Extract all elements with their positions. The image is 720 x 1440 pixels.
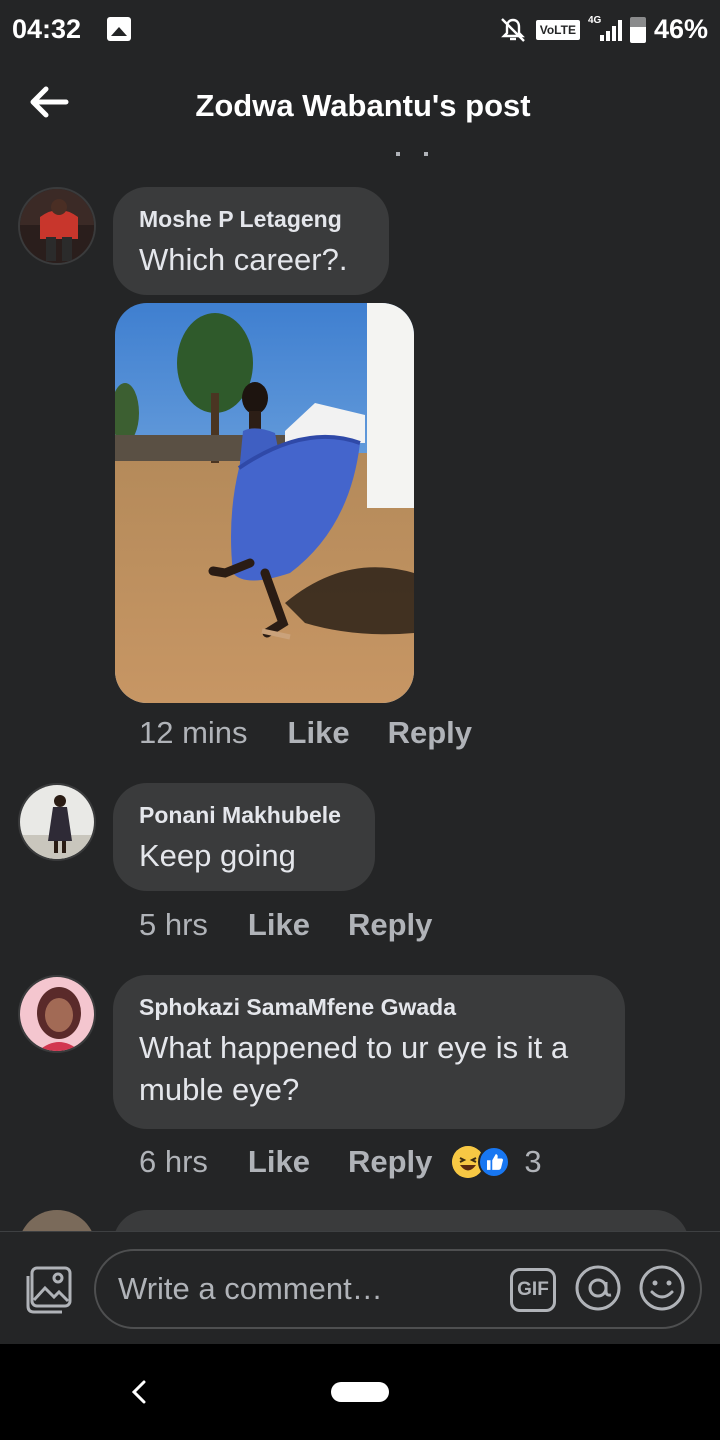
comment-actions: 6 hrs Like Reply 3 — [139, 1144, 542, 1180]
comment-author[interactable]: Ponani Makhubele — [139, 801, 349, 829]
next-comment-partial — [0, 1210, 720, 1231]
battery-icon — [629, 16, 646, 43]
comment-timestamp[interactable]: 5 hrs — [139, 907, 208, 943]
avatar[interactable] — [18, 187, 96, 265]
avatar[interactable] — [18, 975, 96, 1053]
comment-author[interactable]: Moshe P Letageng — [139, 205, 363, 233]
like-button[interactable]: Like — [288, 715, 350, 751]
comment-author[interactable]: Sphokazi SamaMfene Gwada — [139, 993, 599, 1021]
network-type: 4G — [587, 14, 602, 26]
mention-icon[interactable] — [574, 1264, 622, 1312]
clipped-content-edge — [392, 152, 432, 160]
post-header: Zodwa Wabantu's post — [0, 60, 720, 150]
avatar[interactable] — [18, 783, 96, 861]
comment-photo[interactable] — [115, 303, 414, 703]
reply-button[interactable]: Reply — [348, 907, 432, 943]
status-bar: 04:32 VoLTE 4G 46% — [0, 0, 720, 60]
comment-bubble[interactable]: Sphokazi SamaMfene Gwada What happened t… — [113, 975, 625, 1129]
photo-icon[interactable] — [22, 1264, 74, 1316]
comment-bubble — [113, 1210, 689, 1231]
reply-button[interactable]: Reply — [388, 715, 472, 751]
comment-timestamp[interactable]: 6 hrs — [139, 1144, 208, 1180]
system-nav-bar — [0, 1344, 720, 1440]
comment-text: Which career?. — [139, 242, 348, 277]
comment-bubble[interactable]: Moshe P Letageng Which career?. — [113, 187, 389, 295]
comment-input[interactable] — [118, 1269, 498, 1309]
comment-text: What happened to ur eye is it a muble ey… — [139, 1030, 569, 1107]
comment-composer: GIF — [0, 1231, 720, 1344]
comment-bubble[interactable]: Ponani Makhubele Keep going — [113, 783, 375, 891]
comment-field[interactable]: GIF — [94, 1249, 702, 1329]
gif-button[interactable]: GIF — [510, 1268, 556, 1312]
gallery-icon — [107, 17, 131, 41]
reply-button[interactable]: Reply — [348, 1144, 432, 1180]
like-reaction-icon — [478, 1146, 511, 1178]
avatar — [18, 1210, 96, 1231]
reaction-summary[interactable]: 3 — [452, 1144, 542, 1180]
nav-back-icon[interactable] — [128, 1378, 150, 1406]
like-button[interactable]: Like — [248, 907, 310, 943]
comment-timestamp[interactable]: 12 mins — [139, 715, 248, 751]
emoji-icon[interactable] — [638, 1264, 686, 1312]
comment-text: Keep going — [139, 838, 296, 873]
nav-home-pill[interactable] — [331, 1382, 389, 1402]
signal-icon: 4G — [588, 15, 622, 41]
mute-icon — [500, 17, 525, 42]
comment-actions: 5 hrs Like Reply — [139, 907, 432, 943]
reaction-count: 3 — [524, 1144, 542, 1179]
like-button[interactable]: Like — [248, 1144, 310, 1180]
comment-actions: 12 mins Like Reply — [139, 715, 472, 751]
page-title: Zodwa Wabantu's post — [195, 88, 531, 123]
status-time: 04:32 — [12, 14, 82, 44]
battery-percent: 46% — [653, 14, 708, 44]
volte-badge: VoLTE — [535, 19, 580, 40]
